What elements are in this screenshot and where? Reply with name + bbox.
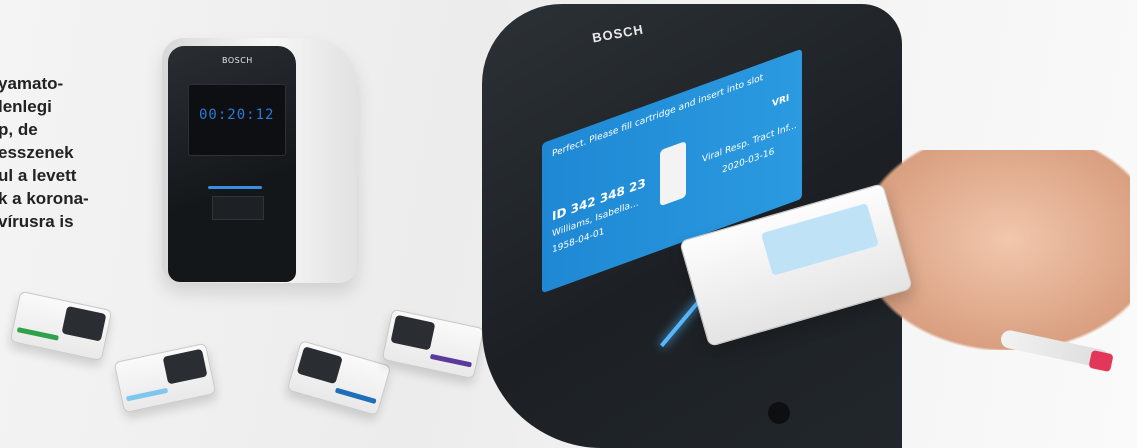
cartridge-blue [286, 340, 392, 416]
screen-cartridge-illustration [660, 140, 686, 207]
small-analyzer-brand: BOSCH [222, 56, 253, 65]
cartridge-green [9, 290, 113, 362]
caption-text: yamato- lenlegi p, de esszenek ul a leve… [0, 72, 89, 233]
small-analyzer-light-bar [208, 186, 262, 189]
cartridge-stripe-purple [429, 353, 473, 368]
caption-line: esszenek [0, 143, 74, 162]
cartridge-window [162, 348, 208, 385]
cartridge-stripe-blue [334, 387, 377, 404]
caption-line: ul a levett [0, 166, 77, 185]
caption-line: p, de [0, 120, 38, 139]
photo-scene: yamato- lenlegi p, de esszenek ul a leve… [0, 0, 1137, 448]
caption-line: lenlegi [0, 97, 52, 116]
cartridge-window [61, 305, 107, 342]
screen-test-code: VRI [772, 93, 790, 110]
cartridge-purple [381, 308, 485, 380]
cartridge-lightblue [113, 342, 217, 414]
small-analyzer-slot [212, 196, 264, 220]
small-analyzer-screen: 00:20:12 [188, 84, 286, 156]
caption-line: vírusra is [0, 212, 74, 231]
caption-line: yamato- [0, 74, 64, 93]
small-analyzer-front: BOSCH 00:20:12 [168, 46, 296, 282]
sample-tube-cap [1088, 349, 1114, 373]
small-analyzer-device: BOSCH 00:20:12 [162, 38, 362, 288]
power-button [768, 402, 790, 424]
caption-line: k a korona- [0, 189, 89, 208]
cartridge-stripe-lightblue [125, 387, 169, 402]
cartridge-window [390, 314, 436, 351]
cartridge-window [296, 346, 343, 385]
held-cartridge-label [760, 203, 879, 276]
small-analyzer-timer: 00:20:12 [199, 107, 275, 123]
cartridge-stripe-green [16, 327, 59, 341]
